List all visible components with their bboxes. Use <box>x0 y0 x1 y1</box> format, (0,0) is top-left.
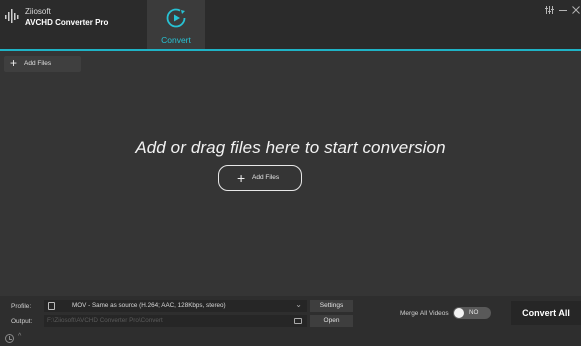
plus-icon: + <box>237 170 246 186</box>
profile-label: Profile: <box>11 303 32 310</box>
accent-divider <box>0 49 581 51</box>
add-files-label: Add Files <box>24 60 52 67</box>
folder-icon[interactable] <box>294 318 302 324</box>
merge-toggle[interactable]: NO <box>453 307 491 319</box>
toggle-state: NO <box>469 309 479 316</box>
add-files-center-button[interactable]: + Add Files <box>218 165 302 191</box>
output-label: Output: <box>11 318 33 325</box>
toggle-knob <box>454 308 464 318</box>
output-path: F:\Ziiosoft\AVCHD Converter Pro\Convert <box>47 317 163 324</box>
app-brand: Ziiosoft AVCHD Converter Pro <box>25 7 108 28</box>
drop-hint: Add or drag files here to start conversi… <box>135 138 446 157</box>
merge-label: Merge All Videos <box>400 310 449 317</box>
add-files-center-label: Add Files <box>252 174 280 181</box>
tab-convert-label: Convert <box>161 35 191 45</box>
close-icon[interactable] <box>570 4 581 16</box>
history-icon[interactable] <box>5 334 14 343</box>
product-name: AVCHD Converter Pro <box>25 18 109 27</box>
file-icon <box>48 302 55 310</box>
caret-up-icon[interactable]: ^ <box>18 333 21 340</box>
minimize-icon[interactable] <box>557 4 569 16</box>
convert-icon <box>166 8 186 28</box>
app-logo-icon <box>5 9 19 23</box>
chevron-down-icon: ⌄ <box>295 300 302 309</box>
output-path-field[interactable]: F:\Ziiosoft\AVCHD Converter Pro\Convert <box>44 315 307 327</box>
settings-button[interactable]: Settings <box>310 300 353 312</box>
plus-icon: + <box>10 56 18 70</box>
menu-icon[interactable] <box>543 4 555 16</box>
company-name: Ziiosoft <box>25 7 51 16</box>
tab-convert[interactable]: Convert <box>147 0 205 49</box>
profile-value: MOV - Same as source (H.264; AAC, 128Kbp… <box>72 302 226 309</box>
profile-select[interactable]: MOV - Same as source (H.264; AAC, 128Kbp… <box>44 300 307 312</box>
add-files-button[interactable]: + Add Files <box>4 56 81 72</box>
convert-all-button[interactable]: Convert All <box>511 301 581 325</box>
open-button[interactable]: Open <box>310 315 353 327</box>
